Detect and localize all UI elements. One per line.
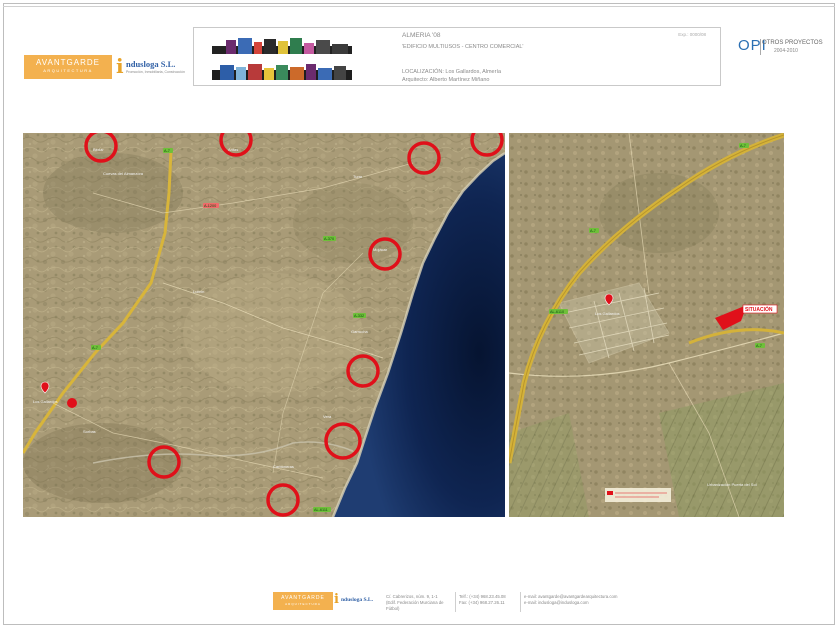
local-town-label: Los Gallardos xyxy=(595,311,620,316)
road-badge-a370: A-370 xyxy=(324,237,334,241)
site-marker xyxy=(67,398,77,408)
footer-address-line: Fútbol) xyxy=(386,606,400,611)
indusloga-logo-tagline: Promoción, Inmobiliaria, Construcción xyxy=(126,70,185,74)
footer-fax-line: Fax: (+34) 968.27.26.11 xyxy=(459,600,505,605)
urbanization-label: Urbanización Puerta del Sol xyxy=(707,482,757,487)
avantgarde-logo: AVANTGARDE ARQUITECTURA xyxy=(24,55,112,79)
footer-separator xyxy=(455,592,456,612)
footer-avantgarde-logo: AVANTGARDE ARQUITECTURA xyxy=(273,592,333,610)
project-architect: Arquitecto: Alberto Martínez Miñano xyxy=(402,77,490,83)
opi-line-2: 2004-2010 xyxy=(774,48,798,54)
footer-phones: Telf.: (+34) 968.23.45.08 Fax: (+34) 968… xyxy=(459,594,506,606)
project-location: LOCALIZACIÓN: Los Gallardos, Almería xyxy=(402,69,502,75)
footer-avantgarde-sub: ARQUITECTURA xyxy=(285,602,321,606)
town-label-garrucha: Garrucha xyxy=(351,329,368,334)
regional-satellite-map[interactable]: A-7 A-7 A-370 A-332 AL-6111 A-1200 Bédar… xyxy=(23,133,505,517)
project-subtitle: 'EDIFICIO MULTIUSOS - CENTRO COMERCIAL' xyxy=(402,44,524,50)
building-elevation-lower xyxy=(212,64,352,80)
indusloga-logo-mark: i xyxy=(116,54,124,78)
avantgarde-logo-name: AVANTGARDE xyxy=(36,58,100,67)
local-road-badge-al6110: AL-6110 xyxy=(550,310,564,314)
town-label-vera: Vera xyxy=(323,414,332,419)
indusloga-logo-name: ndusloga S.L. xyxy=(126,59,176,69)
local-road-badge-a7-top: A-7 xyxy=(740,144,746,148)
road-badge-al6111: AL-6111 xyxy=(314,508,328,512)
road-badge-a7-top: A-7 xyxy=(164,149,170,153)
footer-indusloga-logo: i ndusloga S.L. xyxy=(334,592,382,612)
situation-label: SITUACIÓN xyxy=(745,305,773,313)
road-badge-a7-mid: A-7 xyxy=(92,346,98,350)
town-label-antas: Antas xyxy=(228,147,238,152)
local-map-canvas: A-7 A-7 AL-6110 A-7 Los Gallardos SITUAC… xyxy=(509,133,784,517)
opi-separator xyxy=(760,39,761,55)
footer-indusloga-mark: i xyxy=(334,592,339,607)
town-label-sorbas: Sorbas xyxy=(83,429,96,434)
town-label-turre: Turre xyxy=(353,174,363,179)
local-road-badge-a7-mid: A-7 xyxy=(590,229,596,233)
road-badge-a332: A-332 xyxy=(354,314,364,318)
footer-avantgarde-name: AVANTGARDE xyxy=(281,595,325,601)
town-label-cuevas: Cuevas del Almanzora xyxy=(103,171,144,176)
local-road-badge-a7-low: A-7 xyxy=(756,344,762,348)
footer-emails: e-mail: avantgarde@avantgardearquitectur… xyxy=(524,594,617,606)
footer-separator xyxy=(520,592,521,612)
town-label-bedar: Bédar xyxy=(93,147,104,152)
town-label-los-gallardos: Los Gallardos xyxy=(33,399,58,404)
avantgarde-logo-sub: ARQUITECTURA xyxy=(43,68,93,73)
local-satellite-map[interactable]: A-7 A-7 AL-6110 A-7 Los Gallardos SITUAC… xyxy=(509,133,784,517)
project-card: ALMERIA '08 'EDIFICIO MULTIUSOS - CENTRO… xyxy=(193,27,721,86)
project-title: ALMERIA '08 xyxy=(402,32,441,39)
regional-map-canvas: A-7 A-7 A-370 A-332 AL-6111 A-1200 Bédar… xyxy=(23,133,505,517)
town-label-lubrin: Lubrín xyxy=(193,289,204,294)
footer-address: C/. Cabrerizos, núm. 9, 1-1 (Edif. Feder… xyxy=(386,594,444,612)
project-ref: Exp.: 0000/08 xyxy=(678,32,706,37)
indusloga-logo: i ndusloga S.L. Promoción, Inmobiliaria,… xyxy=(116,54,186,82)
road-badge-a1200: A-1200 xyxy=(204,204,216,208)
top-rule xyxy=(3,6,835,7)
town-label-carboneras: Carboneras xyxy=(273,464,294,469)
building-elevation-upper xyxy=(212,38,352,54)
footer-indusloga-name: ndusloga S.L. xyxy=(341,597,373,603)
town-label-mojacar: Mojácar xyxy=(373,247,388,252)
opi-line-1: OTROS PROYECTOS xyxy=(762,40,823,46)
footer-email-line[interactable]: e-mail: indusloga@indusloga.com xyxy=(524,600,617,606)
